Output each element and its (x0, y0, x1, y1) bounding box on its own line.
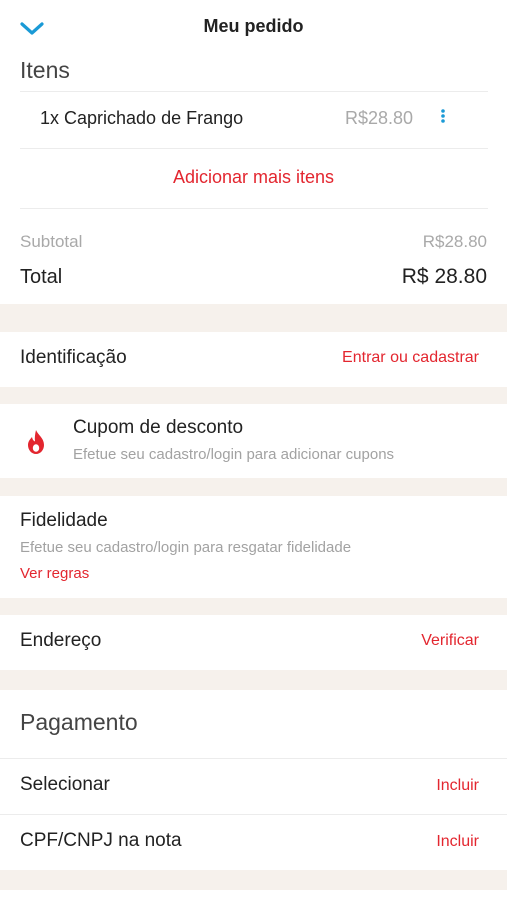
page-title: Meu pedido (203, 16, 304, 36)
payment-section-title: Pagamento (20, 709, 138, 735)
coupon-subtitle: Efetue seu cadastro/login para adicionar… (73, 446, 395, 463)
loyalty-subtitle: Efetue seu cadastro/login para resgatar … (20, 539, 352, 556)
cpf-include-link[interactable]: Incluir (436, 833, 479, 851)
address-row[interactable]: Endereço Verificar (0, 615, 507, 670)
address-label: Endereço (20, 630, 102, 651)
list-item[interactable]: 1x Caprichado de Frango R$28.80 (20, 92, 488, 148)
coupon-row[interactable]: Cupom de desconto Efetue seu cadastro/lo… (0, 404, 507, 478)
login-register-link[interactable]: Entrar ou cadastrar (342, 349, 479, 367)
add-more-items-link[interactable]: Adicionar mais itens (0, 167, 507, 188)
loyalty-title: Fidelidade (20, 510, 108, 531)
identification-label: Identificação (20, 347, 127, 368)
payment-select-label: Selecionar (20, 774, 110, 795)
subtotal-label: Subtotal (20, 232, 83, 251)
verify-address-link[interactable]: Verificar (421, 632, 479, 650)
item-options-button[interactable] (438, 108, 448, 126)
identification-row[interactable]: Identificação Entrar ou cadastrar (0, 332, 507, 387)
item-price: R$28.80 (345, 108, 414, 128)
cpf-cnpj-row[interactable]: CPF/CNPJ na nota Incluir (0, 815, 507, 870)
total-value: R$ 28.80 (401, 265, 487, 288)
items-section-title: Itens (20, 57, 70, 83)
item-name: 1x Caprichado de Frango (40, 108, 244, 128)
loyalty-row: Fidelidade Efetue seu cadastro/login par… (0, 496, 507, 598)
cpf-cnpj-label: CPF/CNPJ na nota (20, 830, 182, 851)
more-vertical-icon (441, 109, 445, 123)
view-rules-link[interactable]: Ver regras (20, 565, 89, 582)
payment-include-link[interactable]: Incluir (436, 777, 479, 795)
payment-select-row[interactable]: Selecionar Incluir (0, 759, 507, 814)
total-label: Total (20, 266, 63, 288)
subtotal-value: R$28.80 (422, 232, 487, 251)
flame-icon (25, 429, 47, 455)
coupon-title: Cupom de desconto (73, 417, 244, 438)
